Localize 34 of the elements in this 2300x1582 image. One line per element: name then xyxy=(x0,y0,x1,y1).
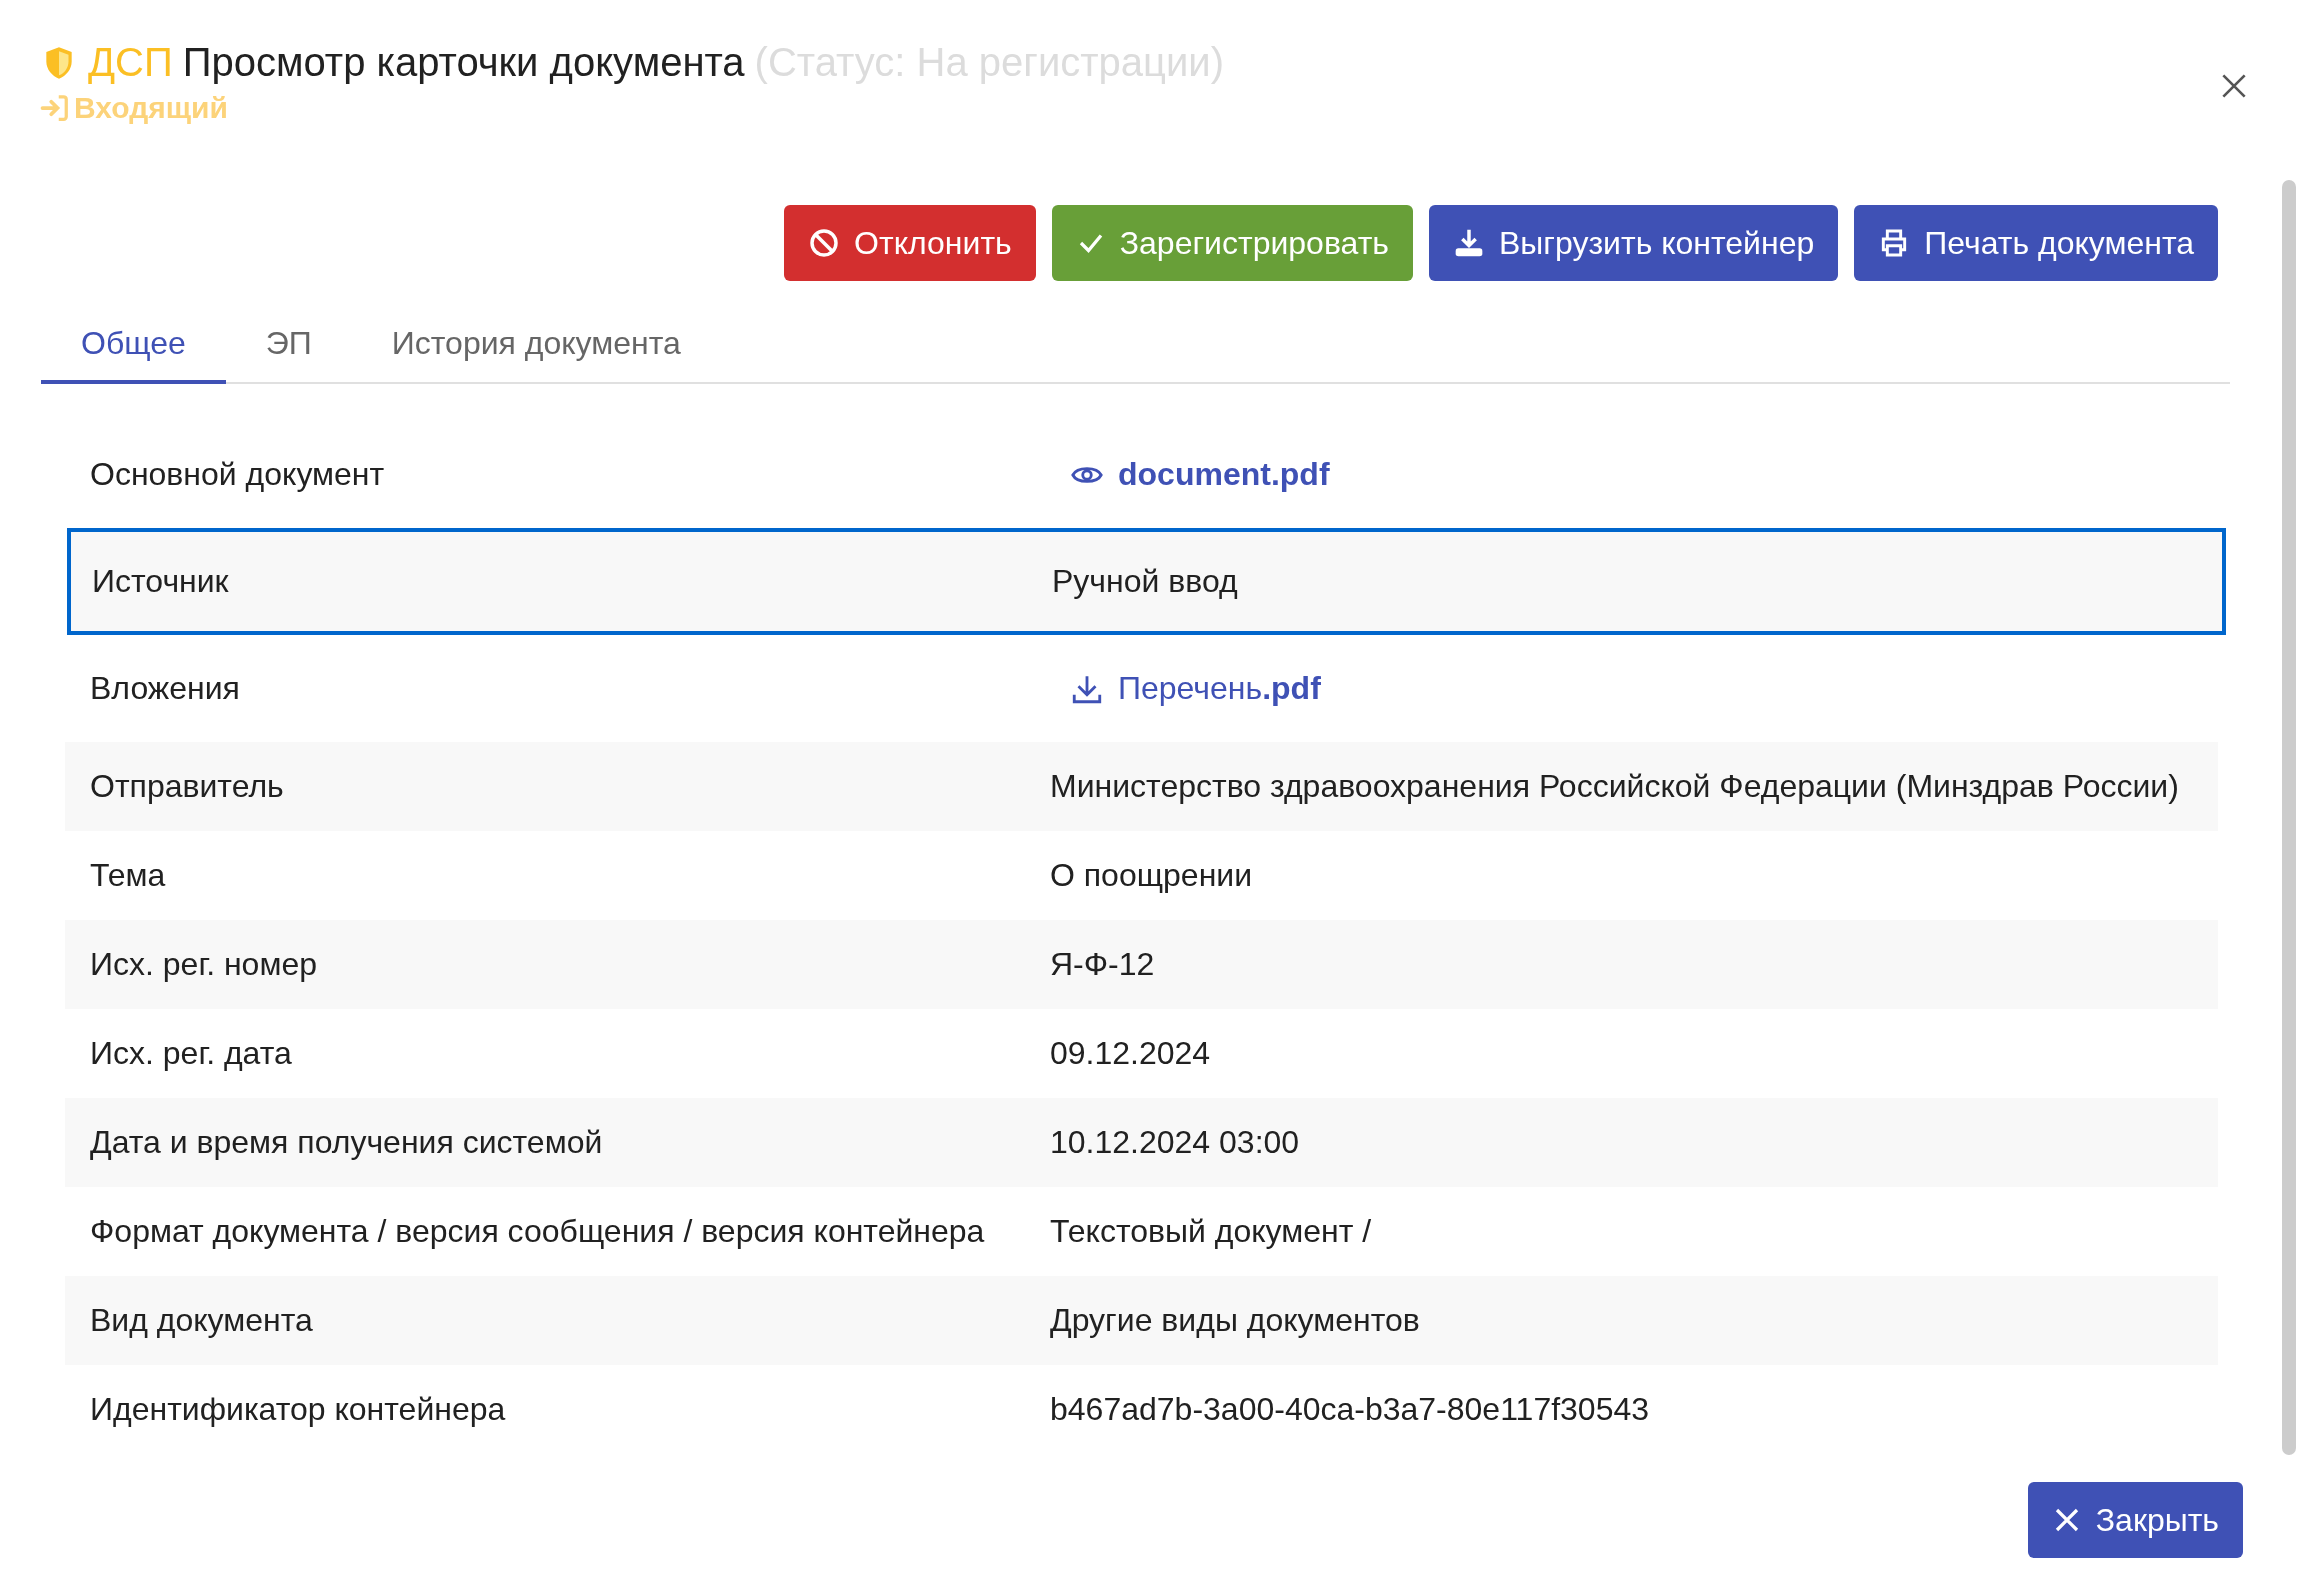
field-label: Вид документа xyxy=(90,1302,314,1339)
field-label: Основной документ xyxy=(90,456,386,493)
ban-icon xyxy=(808,227,841,259)
field-value: Министерство здравоохранения Российской Федерации (Минздрав России) xyxy=(1050,768,2179,805)
field-value: Другие виды документов xyxy=(1050,1302,1420,1339)
field-label: Тема xyxy=(90,857,167,894)
field-value: 10.12.2024 03:00 xyxy=(1050,1124,1300,1161)
field-label: Исх. рег. дата xyxy=(90,1035,293,1072)
field-value: 09.12.2024 xyxy=(1050,1035,1211,1072)
field-value: Текстовый документ / xyxy=(1050,1213,1372,1250)
field-label: Исх. рег. номер xyxy=(90,946,318,983)
field-label: Идентификатор контейнера xyxy=(90,1391,507,1428)
field-value: О поощрении xyxy=(1050,857,1253,894)
tab[interactable]: История документа xyxy=(351,305,721,384)
tab[interactable]: Общее xyxy=(41,305,226,384)
sign-in-icon xyxy=(40,93,70,123)
field-label: Формат документа / версия сообщения / версия контейнера xyxy=(90,1213,986,1250)
field-label: Источник xyxy=(92,563,230,600)
tab[interactable]: ЭП xyxy=(225,305,352,384)
direction-label: Входящий xyxy=(74,91,228,125)
action-button[interactable]: Выгрузить контейнер xyxy=(1428,205,1839,281)
field-label: Отправитель xyxy=(90,768,285,805)
field-value: Ручной ввод xyxy=(1052,563,1238,600)
dialog-title: Просмотр карточки документа xyxy=(182,40,745,85)
file-link[interactable]: document.pdf xyxy=(1070,456,1330,493)
close-button[interactable]: Закрыть xyxy=(2027,1482,2243,1558)
field-value: b467ad7b-3a00-40ca-b3a7-80e117f30543 xyxy=(1050,1391,1650,1428)
action-button[interactable]: Отклонить xyxy=(784,205,1036,281)
action-button[interactable]: Печать документа xyxy=(1854,205,2218,281)
field-label: Вложения xyxy=(90,670,241,707)
classification-label: ДСП xyxy=(88,40,173,85)
field-value: Я-Ф-12 xyxy=(1050,946,1155,983)
field-label: Дата и время получения системой xyxy=(90,1124,604,1161)
file-link[interactable]: Перечень.pdf xyxy=(1070,670,1321,707)
